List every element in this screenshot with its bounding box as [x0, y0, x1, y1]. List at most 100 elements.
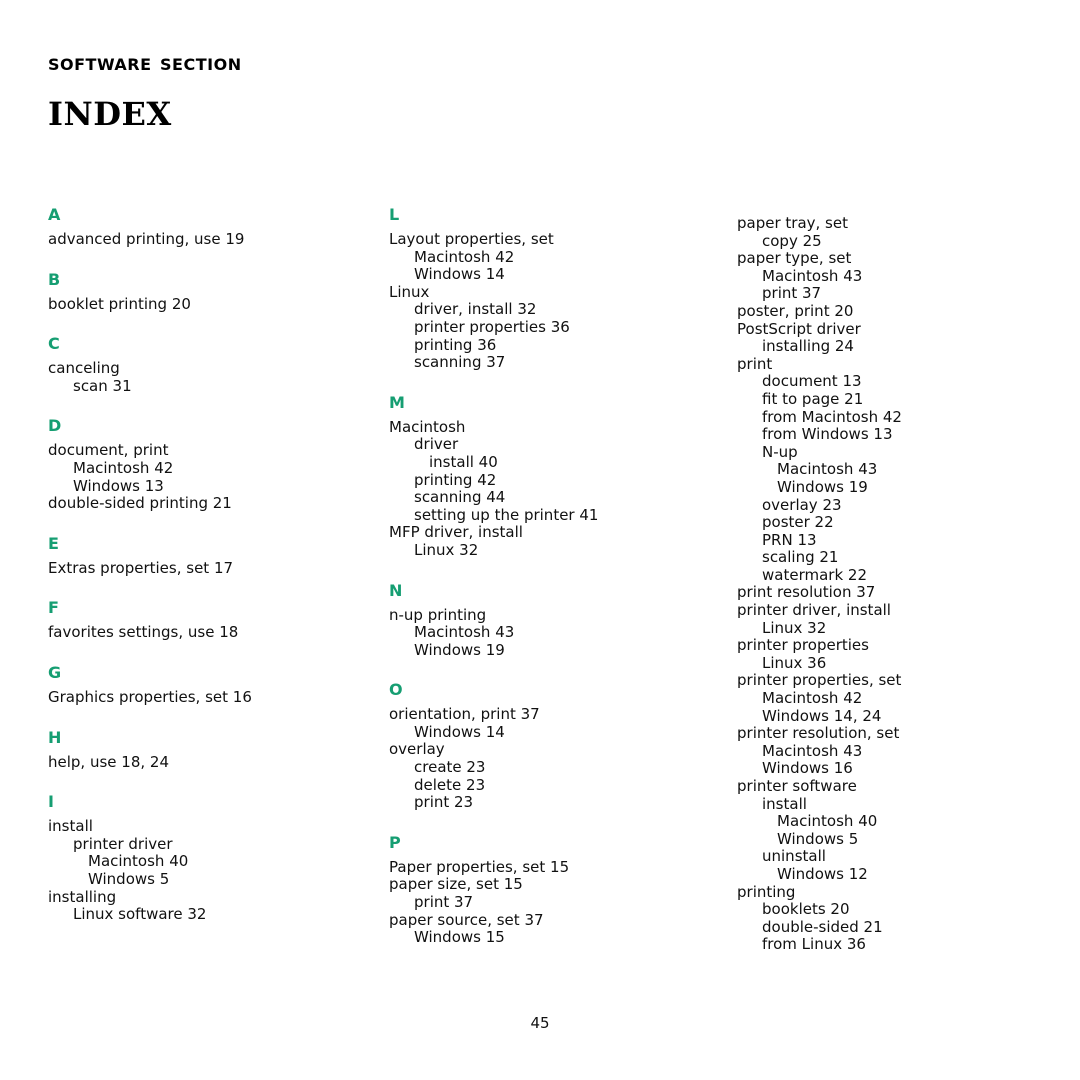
- index-entry: orientation, print 37: [389, 705, 540, 724]
- index-entry: document 13: [762, 372, 862, 391]
- index-letter-heading-i: I: [48, 792, 54, 812]
- index-entry: poster, print 20: [737, 301, 854, 320]
- index-entry: double-sided printing 21: [48, 494, 232, 513]
- index-entry: help, use 18, 24: [48, 752, 169, 771]
- index-entry-group: Macintosh driver install 40 printing 42 scan…: [389, 418, 719, 560]
- index-letter-heading-e: E: [48, 533, 59, 553]
- index-entry: Macintosh 42: [73, 458, 174, 477]
- index-entry: overlay 23: [762, 495, 842, 514]
- index-entry: printer properties, set: [737, 671, 902, 690]
- index-entry-group: advanced printing, use 19: [48, 230, 378, 249]
- index-entry: copy 25: [762, 231, 822, 250]
- index-entry: Windows 19: [414, 640, 505, 659]
- index-letter-heading-p: P: [389, 832, 401, 852]
- index-page: Software Section Index Aadvanced printin…: [0, 0, 1080, 1080]
- index-entry: Windows 14: [414, 722, 505, 741]
- index-entry-group: orientation, print 37 Windows 14 overlay cr…: [389, 706, 719, 812]
- index-entry: Layout properties, set: [389, 230, 554, 248]
- index-entry: Macintosh 43: [762, 741, 863, 760]
- index-entry: document, print: [48, 441, 169, 460]
- index-column-1: Aadvanced printing, use 19 Bbooklet print…: [48, 206, 378, 924]
- index-entry: Macintosh 42: [414, 247, 515, 266]
- index-entry: Windows 13: [73, 476, 164, 495]
- index-entry-group: Layout properties, set Macintosh 42 Window…: [389, 230, 719, 372]
- index-entry: Windows 19: [777, 477, 868, 496]
- index-letter-heading-b: B: [48, 269, 61, 289]
- index-entry: from Windows 13: [762, 425, 893, 444]
- index-entry: driver: [414, 435, 459, 454]
- index-entry: install 40: [429, 452, 498, 471]
- index-entry: Windows 16: [762, 759, 853, 778]
- index-entry: PostScript driver: [737, 319, 861, 338]
- index-letter-heading-o: O: [389, 680, 403, 700]
- index-letter-heading-n: N: [389, 580, 403, 600]
- index-entry: Windows 5: [777, 829, 859, 848]
- index-entry: Windows 12: [777, 864, 868, 883]
- index-entry: scanning 37: [414, 353, 506, 372]
- index-entry: Macintosh 40: [777, 812, 878, 831]
- index-entry: fit to page 21: [762, 389, 864, 408]
- index-entry: Macintosh 43: [414, 623, 515, 642]
- index-letter-heading-g: G: [48, 662, 62, 682]
- index-entry-group: n-up printing Macintosh 43 Windows 19: [389, 605, 719, 660]
- page-header: Software Section Index: [48, 50, 948, 135]
- index-entry: print 23: [414, 793, 474, 812]
- index-entry: paper tray, set: [737, 214, 848, 232]
- index-entry: installing: [48, 887, 117, 906]
- index-entry-group: Paper properties, set 15 paper size, set …: [389, 857, 719, 947]
- index-entry: scaling 21: [762, 548, 839, 567]
- index-entry: Linux 36: [762, 653, 827, 672]
- index-entry: print 37: [414, 893, 474, 912]
- index-entry: n-up printing: [389, 605, 487, 624]
- index-letter-heading-h: H: [48, 727, 62, 747]
- index-entry: print resolution 37: [737, 583, 876, 602]
- index-letter-heading-f: F: [48, 598, 59, 618]
- index-entry: Paper properties, set 15: [389, 857, 570, 876]
- index-entry: canceling: [48, 359, 120, 378]
- index-entry: delete 23: [414, 775, 486, 794]
- index-entry: Macintosh 43: [762, 266, 863, 285]
- index-entry: Linux software 32: [73, 905, 207, 924]
- index-entry: install: [48, 817, 93, 836]
- index-entry: Linux 32: [762, 618, 827, 637]
- index-entry: scanning 44: [414, 488, 506, 507]
- index-entry: printer software: [737, 777, 857, 795]
- index-entry: Extras properties, set 17: [48, 558, 234, 577]
- index-entry: MFP driver, install: [389, 523, 523, 542]
- index-entry: paper type, set: [737, 249, 852, 268]
- index-entry: Macintosh 40: [88, 852, 189, 871]
- index-entry: uninstall: [762, 847, 826, 866]
- index-entry-group: install printer driver Macintosh 40 Windows…: [48, 818, 378, 924]
- index-entry: install: [762, 794, 807, 813]
- index-entry: booklets 20: [762, 900, 850, 919]
- index-entry: paper size, set 15: [389, 875, 523, 894]
- index-column-2: L Layout properties, set Macintosh 42 Windo…: [389, 206, 719, 947]
- index-entry: printer properties 36: [414, 317, 570, 336]
- index-column-3: paper tray, set copy 25 paper type, set Mac…: [737, 206, 1057, 954]
- index-entry: double-sided 21: [762, 917, 883, 936]
- index-entry: favorites settings, use 18: [48, 623, 239, 642]
- index-letter-heading-c: C: [48, 334, 60, 354]
- index-entry: Windows 5: [88, 869, 170, 888]
- index-entry: watermark 22: [762, 565, 867, 584]
- index-entry: printing 36: [414, 335, 497, 354]
- index-entry-group: booklet printing 20: [48, 294, 378, 314]
- index-entry-group: canceling scan 31: [48, 360, 378, 395]
- index-entry: Macintosh 42: [762, 689, 863, 708]
- index-entry-group: favorites settings, use 18: [48, 624, 378, 642]
- index-entry: installing 24: [762, 337, 854, 356]
- index-letter-heading-m: M: [389, 392, 405, 412]
- index-letter-heading-l: L: [389, 205, 400, 224]
- index-entry: printing: [737, 882, 796, 901]
- index-entry: Windows 14, 24: [762, 706, 882, 725]
- page-number: 45: [530, 1014, 550, 1032]
- index-entry: from Linux 36: [762, 935, 866, 954]
- index-entry: paper source, set 37: [389, 910, 544, 929]
- index-entry: Windows 15: [414, 928, 505, 947]
- index-entry: Linux 32: [414, 540, 479, 559]
- index-entry-group: help, use 18, 24: [48, 752, 378, 772]
- index-entry: printer properties: [737, 636, 869, 655]
- index-entry: booklet printing 20: [48, 294, 191, 313]
- index-letter-heading-d: D: [48, 416, 62, 436]
- index-entry-group: document, print Macintosh 42 Windows 13 dou…: [48, 442, 378, 512]
